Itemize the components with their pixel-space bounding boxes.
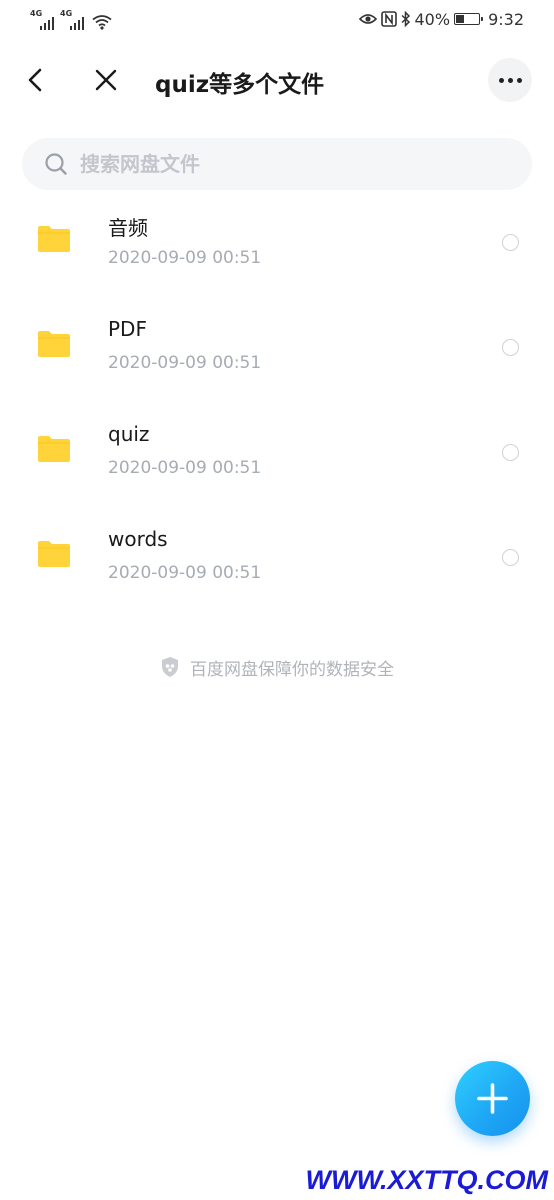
shield-icon [162,657,178,677]
eye-icon [358,14,377,24]
folder-icon [38,226,70,252]
file-row[interactable]: 音频 2020-09-09 00:51 [0,190,554,295]
battery-icon [454,13,484,25]
folder-icon [38,541,70,567]
add-button[interactable] [455,1061,530,1136]
file-name: 音频 [108,216,148,240]
select-checkbox[interactable] [502,444,519,461]
more-button[interactable] [488,58,532,102]
header: quiz等多个文件 [0,48,554,112]
close-button[interactable] [90,64,122,96]
search-input[interactable] [80,138,510,190]
plus-icon [477,1083,508,1114]
folder-icon [38,331,70,357]
nfc-icon [380,11,397,27]
battery-percent: 40% [414,9,451,29]
folder-icon [38,436,70,462]
file-row[interactable]: PDF 2020-09-09 00:51 [0,295,554,400]
file-name: quiz [108,422,150,446]
file-row[interactable]: words 2020-09-09 00:51 [0,505,554,610]
wifi-icon [92,15,112,30]
more-icon-dot [507,77,513,83]
network-type-label: 4G [60,9,73,18]
close-icon [95,69,117,91]
select-checkbox[interactable] [502,549,519,566]
status-bar-left: 4G 4G [30,8,112,30]
file-list: 音频 2020-09-09 00:51 PDF 2020-09-09 00:51… [0,190,554,610]
search-icon [45,153,67,175]
file-row[interactable]: quiz 2020-09-09 00:51 [0,400,554,505]
security-note-text: 百度网盘保障你的数据安全 [190,659,394,680]
security-note: 百度网盘保障你的数据安全 [0,654,554,680]
signal-icon: 4G [30,9,54,30]
file-date: 2020-09-09 00:51 [108,458,262,478]
battery-fill [456,15,465,23]
select-checkbox[interactable] [502,339,519,356]
select-checkbox[interactable] [502,234,519,251]
status-time: 9:32 [488,9,524,29]
more-icon-dot [516,77,522,83]
bluetooth-icon [400,11,410,27]
status-bar-right: 40% 9:32 [358,8,524,30]
file-date: 2020-09-09 00:51 [108,353,262,373]
file-name: PDF [108,317,147,341]
file-date: 2020-09-09 00:51 [108,248,262,268]
chevron-left-icon [28,68,42,92]
page-title: quiz等多个文件 [155,72,325,98]
file-date: 2020-09-09 00:51 [108,563,262,583]
signal-icon: 4G [60,9,84,30]
watermark: WWW.XXTTQ.COM [305,1165,548,1195]
back-button[interactable] [20,64,52,96]
file-name: words [108,527,168,551]
more-icon [498,77,504,83]
search-bar[interactable] [22,138,532,190]
network-type-label: 4G [30,9,43,18]
status-bar: 4G 4G 40% 9:32 [0,0,554,40]
